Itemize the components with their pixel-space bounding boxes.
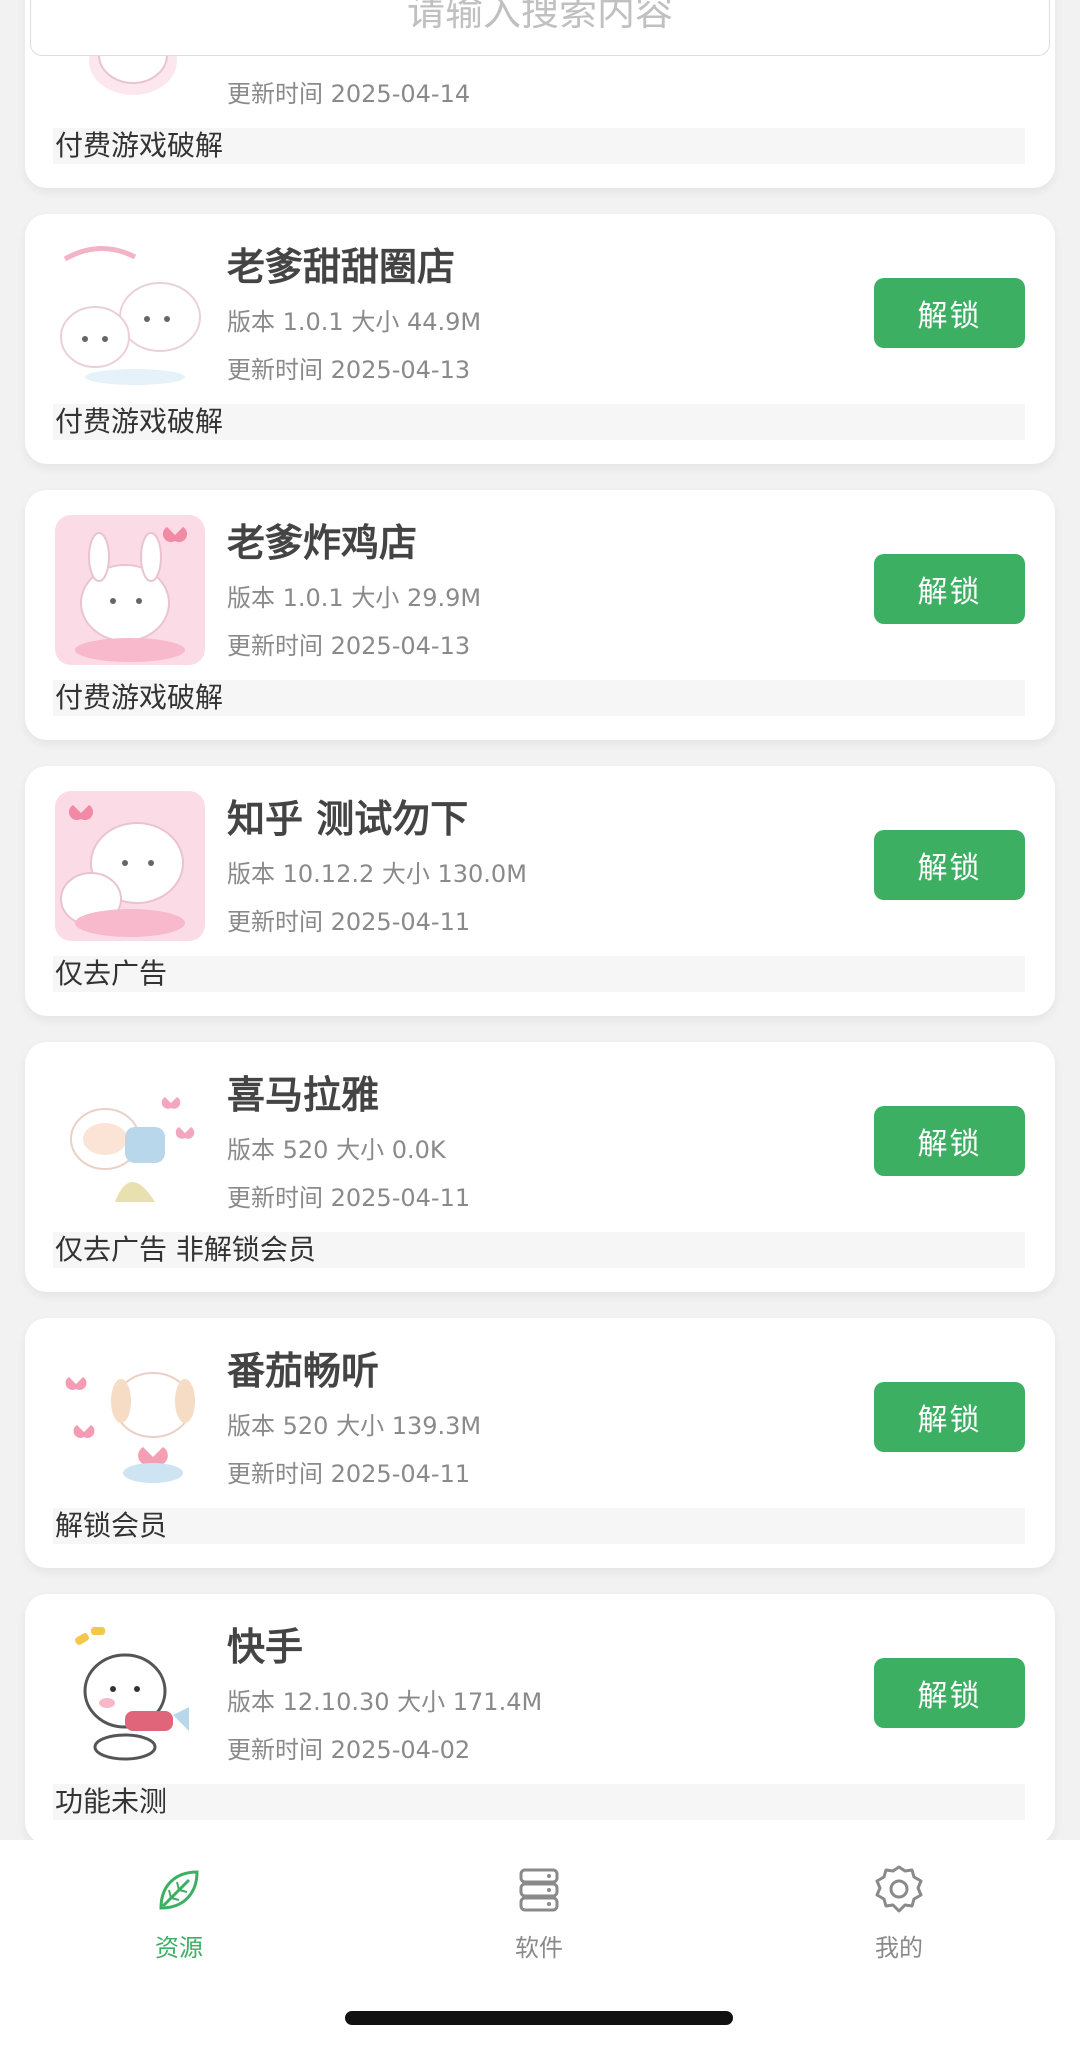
- unlock-button[interactable]: 解锁: [874, 1382, 1025, 1452]
- app-title: 知乎 测试勿下: [227, 797, 469, 841]
- tag-text: 付费游戏破解: [55, 405, 224, 438]
- app-title: 喜马拉雅: [227, 1073, 380, 1117]
- update-time: 更新时间 2025-04-14: [227, 80, 471, 108]
- app-title: 老爹炸鸡店: [227, 521, 418, 565]
- tag-bar: 仅去广告 非解锁会员: [53, 1232, 1025, 1268]
- version-size: 版本 10.12.2 大小 130.0M: [227, 860, 527, 888]
- app-thumbnail: [55, 791, 205, 941]
- update-time: 更新时间 2025-04-02: [227, 1736, 471, 1764]
- search-bar[interactable]: [30, 0, 1050, 56]
- version-size: 版本 12.10.30 大小 171.4M: [227, 1688, 543, 1716]
- server-icon: [519, 1868, 559, 1912]
- tab-software[interactable]: 软件: [459, 1862, 619, 1982]
- tag-bar: 付费游戏破解: [53, 680, 1025, 716]
- tag-text: 付费游戏破解: [55, 681, 224, 714]
- resource-card[interactable]: 老爹甜甜圈店 版本 1.0.1 大小 44.9M 更新时间 2025-04-13…: [25, 214, 1055, 464]
- home-indicator: [345, 2011, 733, 2025]
- unlock-button[interactable]: 解锁: [874, 830, 1025, 900]
- tag-text: 仅去广告 非解锁会员: [55, 1233, 316, 1266]
- app-thumbnail: [55, 239, 205, 389]
- leaf-icon: [159, 1870, 199, 1910]
- resource-card[interactable]: 知乎 测试勿下 版本 10.12.2 大小 130.0M 更新时间 2025-0…: [25, 766, 1055, 1016]
- unlock-button[interactable]: 解锁: [874, 1658, 1025, 1728]
- unlock-button[interactable]: 解锁: [874, 278, 1025, 348]
- gear-icon: [875, 1865, 923, 1913]
- update-time: 更新时间 2025-04-13: [227, 356, 471, 384]
- app-title: 老爹甜甜圈店: [227, 245, 456, 289]
- app-thumbnail: [55, 1343, 205, 1493]
- resource-card[interactable]: 喜马拉雅 版本 520 大小 0.0K 更新时间 2025-04-11 解锁 仅…: [25, 1042, 1055, 1292]
- tag-bar: 功能未测: [53, 1784, 1025, 1820]
- version-size: 版本 520 大小 0.0K: [227, 1136, 446, 1164]
- tag-text: 解锁会员: [55, 1509, 168, 1542]
- tag-bar: 仅去广告: [53, 956, 1025, 992]
- tag-bar: 付费游戏破解: [53, 128, 1025, 164]
- update-time: 更新时间 2025-04-11: [227, 908, 471, 936]
- tag-text: 仅去广告: [55, 957, 168, 990]
- app-title: 快手: [227, 1625, 304, 1669]
- resource-card[interactable]: 快手 版本 12.10.30 大小 171.4M 更新时间 2025-04-02…: [25, 1594, 1055, 1844]
- update-time: 更新时间 2025-04-11: [227, 1460, 471, 1488]
- tab-resources[interactable]: 资源: [99, 1862, 259, 1982]
- tag-text: 付费游戏破解: [55, 129, 224, 162]
- search-input[interactable]: [31, 0, 1049, 35]
- unlock-button[interactable]: 解锁: [874, 1106, 1025, 1176]
- app-thumbnail: [55, 515, 205, 665]
- tag-bar: 解锁会员: [53, 1508, 1025, 1544]
- tab-label: 软件: [515, 1934, 563, 1962]
- update-time: 更新时间 2025-04-13: [227, 632, 471, 660]
- resource-card[interactable]: 老爹炸鸡店 版本 1.0.1 大小 29.9M 更新时间 2025-04-13 …: [25, 490, 1055, 740]
- tab-mine[interactable]: 我的: [819, 1862, 979, 1982]
- app-title: 番茄畅听: [227, 1349, 380, 1393]
- version-size: 版本 1.0.1 大小 29.9M: [227, 584, 482, 612]
- app-thumbnail: [55, 1067, 205, 1217]
- tag-bar: 付费游戏破解: [53, 404, 1025, 440]
- update-time: 更新时间 2025-04-11: [227, 1184, 471, 1212]
- tab-label: 我的: [875, 1934, 923, 1962]
- resource-card[interactable]: 番茄畅听 版本 520 大小 139.3M 更新时间 2025-04-11 解锁…: [25, 1318, 1055, 1568]
- tag-text: 功能未测: [55, 1785, 168, 1818]
- tab-label: 资源: [155, 1934, 203, 1962]
- app-thumbnail: [55, 1619, 205, 1769]
- version-size: 版本 520 大小 139.3M: [227, 1412, 482, 1440]
- version-size: 版本 1.0.1 大小 44.9M: [227, 308, 482, 336]
- unlock-button[interactable]: 解锁: [874, 554, 1025, 624]
